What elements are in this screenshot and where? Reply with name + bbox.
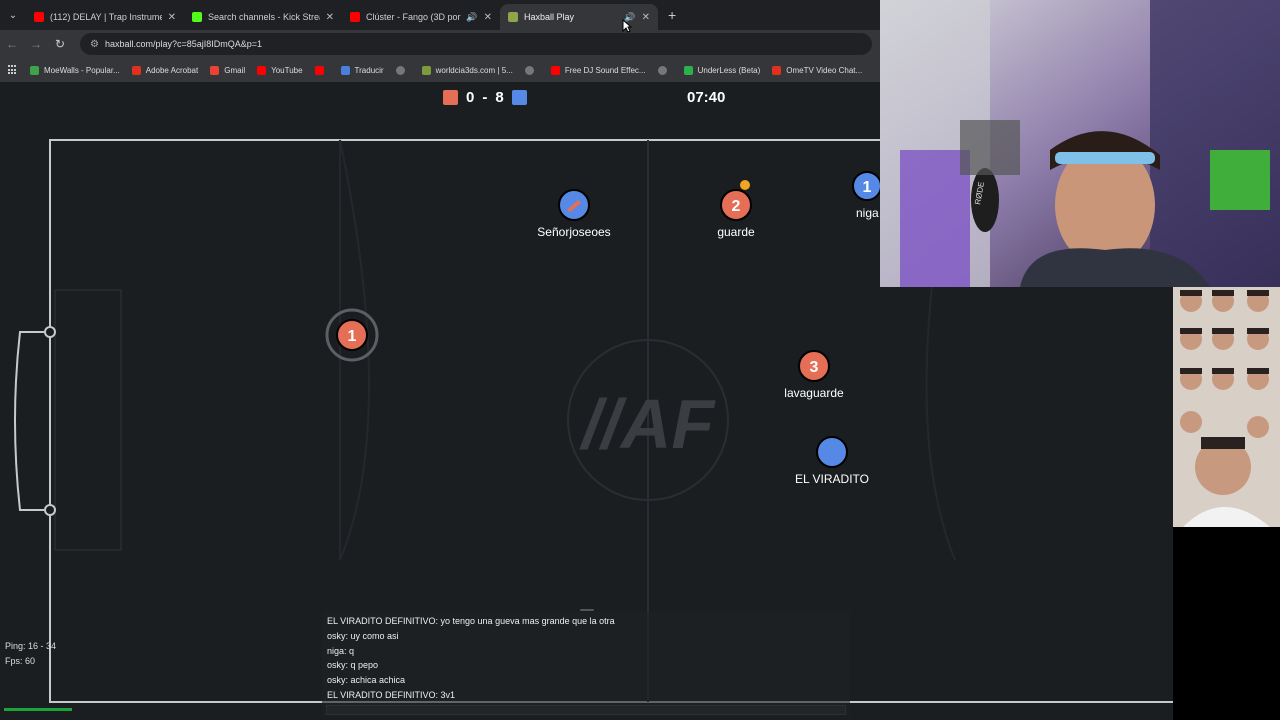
bookmark-free-dj[interactable]: Free DJ Sound Effec... [550,65,646,75]
match-timer: 07:40 [687,89,726,106]
tab-title: Search channels - Kick Streaming [208,12,320,22]
webcam-overlay: RØDE [880,0,1280,287]
center-logo: //AF [579,385,716,463]
player-number: 1 [348,328,357,345]
goal-post [44,504,56,516]
bookmark-globe[interactable] [395,65,410,75]
left-goal [14,331,50,511]
close-icon[interactable]: ✕ [484,12,492,23]
close-icon[interactable]: ✕ [168,12,176,23]
chat-input[interactable] [326,705,846,715]
bookmark-worldcia3ds[interactable]: worldcia3ds.com | 5... [421,65,513,75]
score-blue: 8 [495,89,504,106]
bookmark-youtube[interactable]: YouTube [257,65,303,75]
chat-resize-handle[interactable] [580,609,594,611]
tab-title: (112) DELAY | Trap Instrumental [50,12,162,22]
back-icon[interactable]: ← [0,37,24,51]
ometv-icon [772,65,782,75]
tab-strip: ⌄ (112) DELAY | Trap Instrumental ✕ Sear… [0,0,880,30]
chat-message: osky: uy como asi [327,630,399,641]
bookmark-underless[interactable]: UnderLess (Beta) [683,65,760,75]
scoreboard: 0 - 8 [443,89,527,106]
goal-post [44,326,56,338]
kick-icon [192,12,202,22]
close-icon[interactable]: ✕ [642,12,650,23]
headband [1055,152,1155,164]
player-number: 1 [863,179,872,196]
gmail-icon [210,65,220,75]
overlay-background [1173,527,1280,720]
player-number: 3 [810,359,819,376]
globe-icon [657,65,667,75]
youtube-icon [550,65,560,75]
chat-message: EL VIRADITO DEFINITIVO: 3v1 [327,689,456,700]
player-name: niga [856,206,879,220]
bookmark-ometv[interactable]: OmeTV Video Chat... [772,65,862,75]
youtube-icon [350,12,360,22]
forward-icon[interactable]: → [24,37,48,51]
bookmark-moewalls[interactable]: MoeWalls - Popular... [30,65,120,75]
url-text: haxball.com/play?c=85ajI8IDmQA&p=1 [104,39,263,49]
acrobat-icon [131,65,141,75]
chat-message: niga: q [327,645,355,656]
tab-title: Clúster - Fango (3D por @c [366,12,462,22]
tab-title: Haxball Play [524,12,575,22]
underless-icon [683,65,693,75]
haxball-icon [508,12,518,22]
new-tab-button[interactable]: + [668,7,676,23]
address-bar-row: ← → ↻ ⚙ haxball.com/play?c=85ajI8IDmQA&p… [0,30,880,58]
translate-icon [340,65,350,75]
url-input[interactable]: ⚙ haxball.com/play?c=85ajI8IDmQA&p=1 [80,33,872,55]
creeper-figure [1210,150,1270,210]
site-info-icon[interactable]: ⚙ [90,39,99,50]
player-name: Señorjoseoes [537,225,610,239]
fps-graph [4,708,72,711]
reload-icon[interactable]: ↻ [48,37,72,51]
net-stats: Ping: 16 - 34 Fps: 60 [5,639,56,669]
apps-grid-icon[interactable] [8,65,18,75]
player-name: EL VIRADITO [795,472,869,486]
ball-indicator-icon [740,180,750,190]
chat-message: EL VIRADITO DEFINITIVO: yo tengo una gue… [327,616,615,626]
moewalls-icon [30,65,39,75]
chat-log: EL VIRADITO DEFINITIVO: yo tengo una gue… [322,612,850,716]
score-red: 0 [466,89,475,106]
fps-readout: Fps: 60 [5,656,36,666]
webcam-image: RØDE [880,0,1280,287]
bookmark-traducir[interactable]: Traducir [340,65,384,75]
tab-search-chevron-icon[interactable]: ⌄ [0,0,26,30]
score-separator: - [482,89,488,106]
tab-haxball-play[interactable]: Haxball Play 🔊 ✕ [500,4,658,30]
globe-icon [395,65,405,75]
penalty-box [54,289,122,551]
tab-kick-search[interactable]: Search channels - Kick Streaming ✕ [184,4,342,30]
chat-message: osky: q pepo [327,660,379,671]
site-icon [421,65,431,75]
globe-icon [524,65,534,75]
ping-readout: Ping: 16 - 34 [5,641,57,651]
youtube-icon [257,65,267,75]
bookmark-globe-2[interactable] [524,65,539,75]
faces-collage-image [1173,287,1280,527]
player-number: 2 [732,198,741,215]
bookmarks-bar: MoeWalls - Popular... Adobe Acrobat Gmai… [0,58,880,82]
player-name: lavaguarde [784,386,844,400]
close-icon[interactable]: ✕ [326,12,334,23]
bookmark-youtube-unlabeled[interactable] [314,65,329,75]
bookmark-gmail[interactable]: Gmail [210,65,245,75]
bookmark-adobe-acrobat[interactable]: Adobe Acrobat [131,65,198,75]
blue-team-square-icon [511,90,527,105]
tab-youtube-cluster[interactable]: Clúster - Fango (3D por @c 🔊 ✕ [342,4,500,30]
mouse-cursor-icon [622,19,632,33]
youtube-icon [314,65,324,75]
player-name: guarde [717,225,755,239]
chat-message: osky: achica achica [327,675,406,686]
red-team-square-icon [443,90,458,105]
tab-youtube-delay[interactable]: (112) DELAY | Trap Instrumental ✕ [26,4,184,30]
youtube-icon [34,12,44,22]
speaker-icon[interactable]: 🔊 [466,12,477,23]
bookmark-globe-3[interactable] [657,65,672,75]
player-blue-el-viradito [816,436,848,468]
